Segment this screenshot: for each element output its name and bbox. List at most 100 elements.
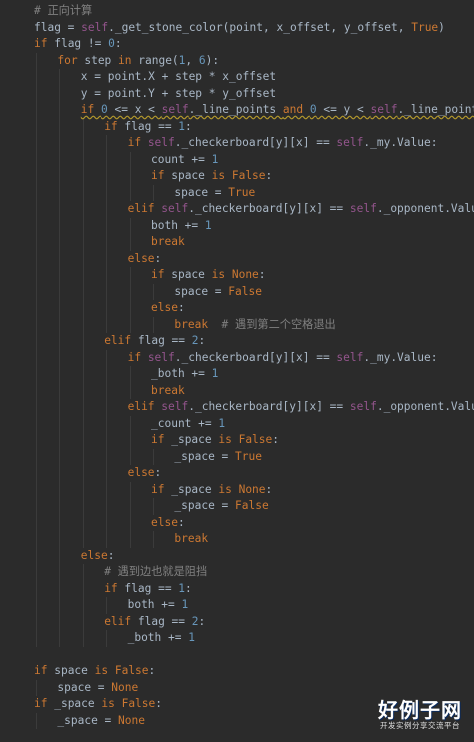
indent-guide — [153, 316, 154, 333]
indent-guide — [59, 267, 61, 284]
code-token: space — [171, 169, 212, 182]
code-line[interactable]: _space = None — [57, 713, 145, 730]
code-line[interactable]: x = point.X + step * x_offset — [81, 69, 276, 86]
indent-guide — [106, 415, 108, 432]
indent-guide — [106, 250, 108, 267]
code-line[interactable]: space = True — [174, 185, 255, 202]
code-line[interactable]: else: — [81, 548, 115, 565]
code-line[interactable]: if space is False: — [151, 168, 272, 185]
code-line[interactable]: else: — [151, 300, 185, 317]
code-line[interactable]: for step in range(1, 6): — [57, 53, 219, 70]
indent-guide — [59, 316, 61, 333]
code-token: _both += — [151, 367, 212, 380]
code-token: ._my.Value: — [363, 136, 438, 149]
code-line[interactable]: elif self._checkerboard[y][x] == self._o… — [128, 399, 474, 416]
code-token: <= y < — [316, 103, 371, 116]
code-line[interactable]: flag = self._get_stone_color(point, x_of… — [34, 20, 445, 37]
indent-guide — [82, 267, 84, 284]
indent-guide — [129, 184, 131, 201]
code-token: 0 — [309, 103, 317, 116]
indent-guide — [36, 151, 37, 168]
code-token: ._my.Value: — [363, 350, 438, 364]
code-line[interactable]: _count += 1 — [151, 416, 225, 433]
code-line[interactable]: if 0 <= x < self._line_points and 0 <= y… — [81, 102, 474, 119]
code-line[interactable]: break # 遇到第二个空格退出 — [174, 317, 335, 334]
indent-guide — [59, 399, 61, 416]
code-token: ._checkerboard[y][x] == — [188, 202, 350, 215]
code-line[interactable]: space = False — [174, 284, 262, 301]
indent-guide — [36, 514, 37, 531]
indent-guide — [36, 580, 37, 597]
code-line[interactable]: space = None — [57, 680, 138, 697]
code-line[interactable]: _space = False — [174, 498, 268, 515]
code-token: if — [151, 169, 172, 182]
code-token: elif — [127, 400, 162, 413]
code-line[interactable]: if _space is False: — [151, 432, 279, 449]
indent-guide — [106, 316, 108, 333]
code-token: flag == — [137, 334, 192, 347]
code-line[interactable]: else: — [128, 251, 162, 268]
code-line[interactable]: _both += 1 — [128, 630, 195, 647]
code-line[interactable]: else: — [128, 465, 162, 482]
indent-guide — [59, 547, 61, 564]
code-line[interactable]: count += 1 — [151, 152, 218, 169]
indent-guide — [82, 234, 84, 251]
code-token: self — [336, 350, 364, 364]
code-line[interactable]: if space is None: — [151, 267, 266, 284]
code-token: break — [174, 317, 222, 331]
indent-guide — [36, 366, 37, 383]
code-editor[interactable]: # 正向计算 flag = self._get_stone_color(point… — [0, 0, 474, 742]
code-line[interactable]: if self._checkerboard[y][x] == self._my.… — [128, 350, 438, 367]
indent-guide — [106, 498, 108, 515]
code-line[interactable]: if _space is False: — [34, 696, 162, 713]
indent-guide — [36, 184, 37, 201]
code-line[interactable]: _space = True — [174, 449, 262, 466]
code-line[interactable]: if self._checkerboard[y][x] == self._my.… — [128, 135, 438, 152]
indent-guide — [82, 316, 84, 333]
indent-guide — [106, 201, 108, 218]
code-line[interactable]: break — [151, 234, 185, 251]
code-token: : — [154, 251, 162, 265]
code-token: self — [161, 400, 189, 413]
indent-guide — [59, 201, 61, 218]
indent-guide — [82, 184, 84, 201]
code-line[interactable]: # 正向计算 — [34, 3, 92, 20]
code-token: ): — [205, 53, 220, 67]
indent-guide — [82, 333, 84, 350]
code-line[interactable]: _both += 1 — [151, 366, 218, 383]
code-line[interactable]: break — [151, 383, 185, 400]
code-line[interactable]: if flag == 1: — [104, 581, 192, 598]
code-token: in — [118, 53, 139, 67]
code-line[interactable]: # 遇到边也就是阻挡 — [104, 564, 207, 581]
code-line[interactable]: if flag == 1: — [104, 119, 192, 136]
indent-guide — [36, 613, 37, 630]
code-token: both += — [127, 598, 182, 611]
indent-guide — [153, 531, 154, 548]
code-line[interactable]: both += 1 — [128, 597, 189, 614]
code-line[interactable]: y = point.Y + step * y_offset — [81, 86, 276, 103]
code-line[interactable]: if space is False: — [34, 663, 155, 680]
indent-guide — [59, 135, 61, 152]
code-line[interactable]: break — [174, 531, 208, 548]
indent-guide — [82, 481, 84, 498]
code-token: is False — [94, 664, 149, 677]
code-token: else — [127, 466, 155, 479]
code-line[interactable]: elif flag == 2: — [104, 614, 205, 631]
indent-guide — [36, 531, 37, 548]
code-line[interactable]: else: — [151, 515, 185, 532]
indent-guide — [82, 465, 84, 482]
watermark-logo: 好例子网 开发实例分享交流平台 — [374, 700, 466, 736]
code-token: _space = — [174, 449, 236, 463]
indent-guide — [82, 498, 84, 515]
code-line[interactable]: if flag != 0: — [34, 36, 122, 53]
code-line[interactable]: elif self._checkerboard[y][x] == self._o… — [128, 201, 474, 218]
code-line[interactable]: elif flag == 2: — [104, 333, 205, 350]
indent-guide — [59, 85, 61, 102]
code-line[interactable]: both += 1 — [151, 218, 212, 235]
indent-guide — [82, 432, 84, 449]
code-token: False — [235, 499, 269, 512]
code-token: : — [272, 433, 280, 446]
code-line[interactable]: if _space is None: — [151, 482, 272, 499]
indent-guide — [59, 465, 61, 482]
code-token: 1 — [218, 416, 226, 430]
